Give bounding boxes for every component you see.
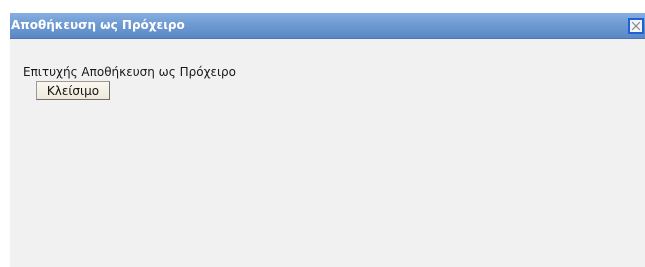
save-draft-dialog: Αποθήκευση ως Πρόχειρο Επιτυχής Αποθήκευ… bbox=[10, 13, 645, 267]
dialog-title: Αποθήκευση ως Πρόχειρο bbox=[11, 18, 185, 32]
dialog-close-button[interactable] bbox=[628, 18, 644, 34]
close-icon bbox=[631, 21, 641, 31]
dialog-titlebar[interactable]: Αποθήκευση ως Πρόχειρο bbox=[10, 13, 645, 39]
close-button[interactable]: Κλείσιμο bbox=[36, 81, 110, 100]
dialog-body: Επιτυχής Αποθήκευση ως Πρόχειρο Κλείσιμο bbox=[10, 39, 645, 267]
success-message: Επιτυχής Αποθήκευση ως Πρόχειρο bbox=[23, 65, 237, 79]
